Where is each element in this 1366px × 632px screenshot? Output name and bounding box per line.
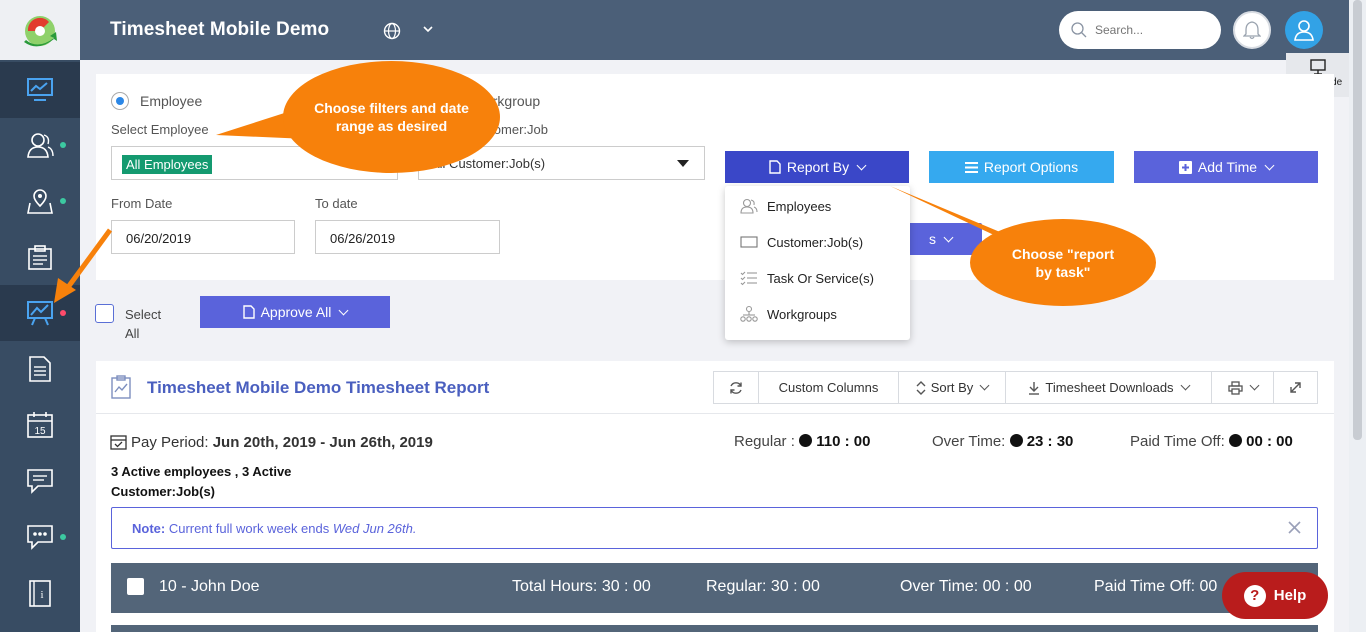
callout-filters: Choose filters and date range as desired bbox=[283, 61, 500, 173]
arrow-line bbox=[63, 228, 113, 292]
app-root: 15 i Timesheet Mobile Demo page guide bbox=[0, 0, 1366, 632]
callout-report-by-task: Choose "report by task" bbox=[970, 219, 1156, 306]
help-button[interactable]: ? Help bbox=[1222, 572, 1328, 619]
help-question-icon: ? bbox=[1243, 584, 1266, 607]
callout-pointers bbox=[54, 108, 1030, 303]
help-label: Help bbox=[1273, 587, 1307, 604]
